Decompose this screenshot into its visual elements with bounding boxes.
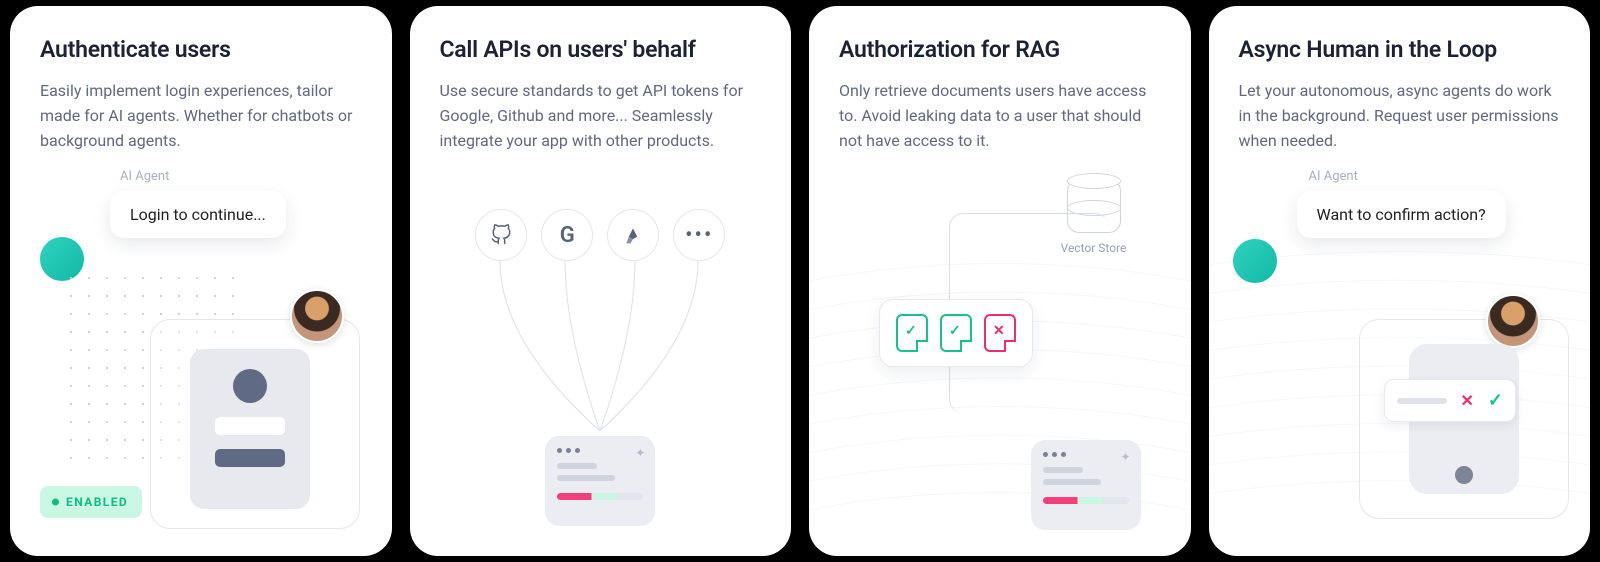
google-icon: G — [541, 209, 593, 261]
user-avatar — [290, 289, 344, 343]
agent-avatar-icon — [1233, 239, 1277, 283]
feature-card-authenticate: Authenticate users Easily implement logi… — [10, 6, 392, 556]
user-avatar — [1486, 294, 1540, 348]
card-illustration: AI Agent Want to confirm action? ✕ ✓ — [1239, 169, 1561, 536]
card-description: Easily implement login experiences, tail… — [40, 79, 362, 153]
more-icon: ••• — [673, 209, 725, 261]
feature-card-call-apis: Call APIs on users' behalf Use secure st… — [410, 6, 792, 556]
reject-icon: ✕ — [1461, 391, 1474, 410]
documents-box: ✓ ✓ ✕ — [879, 299, 1033, 367]
atlassian-icon — [607, 209, 659, 261]
card-illustration: Vector Store ✓ ✓ ✕ ✦ — [839, 169, 1161, 536]
document-denied-icon: ✕ — [984, 314, 1016, 352]
app-window-icon: ✦ — [1031, 440, 1141, 530]
connector-lines — [440, 261, 760, 441]
agent-label: AI Agent — [120, 169, 169, 184]
document-allowed-icon: ✓ — [940, 314, 972, 352]
login-form-icon — [190, 349, 310, 509]
confirm-action-bar: ✕ ✓ — [1384, 379, 1517, 422]
chat-bubble: Want to confirm action? — [1297, 191, 1506, 238]
chat-bubble: Login to continue... — [110, 191, 286, 238]
feature-card-rag-authorization: Authorization for RAG Only retrieve docu… — [809, 6, 1191, 556]
feature-card-async-hitl: Async Human in the Loop Let your autonom… — [1209, 6, 1591, 556]
agent-label: AI Agent — [1309, 169, 1358, 184]
document-allowed-icon: ✓ — [896, 314, 928, 352]
app-window-icon: ✦ — [545, 436, 655, 526]
card-illustration: AI Agent Login to continue... ENABLED — [40, 169, 362, 536]
status-badge-enabled: ENABLED — [40, 486, 142, 518]
card-title: Call APIs on users' behalf — [440, 36, 762, 63]
card-title: Authenticate users — [40, 36, 362, 63]
github-icon — [475, 209, 527, 261]
card-illustration: G ••• ✦ — [440, 169, 762, 536]
approve-icon: ✓ — [1488, 390, 1503, 411]
card-description: Use secure standards to get API tokens f… — [440, 79, 762, 153]
